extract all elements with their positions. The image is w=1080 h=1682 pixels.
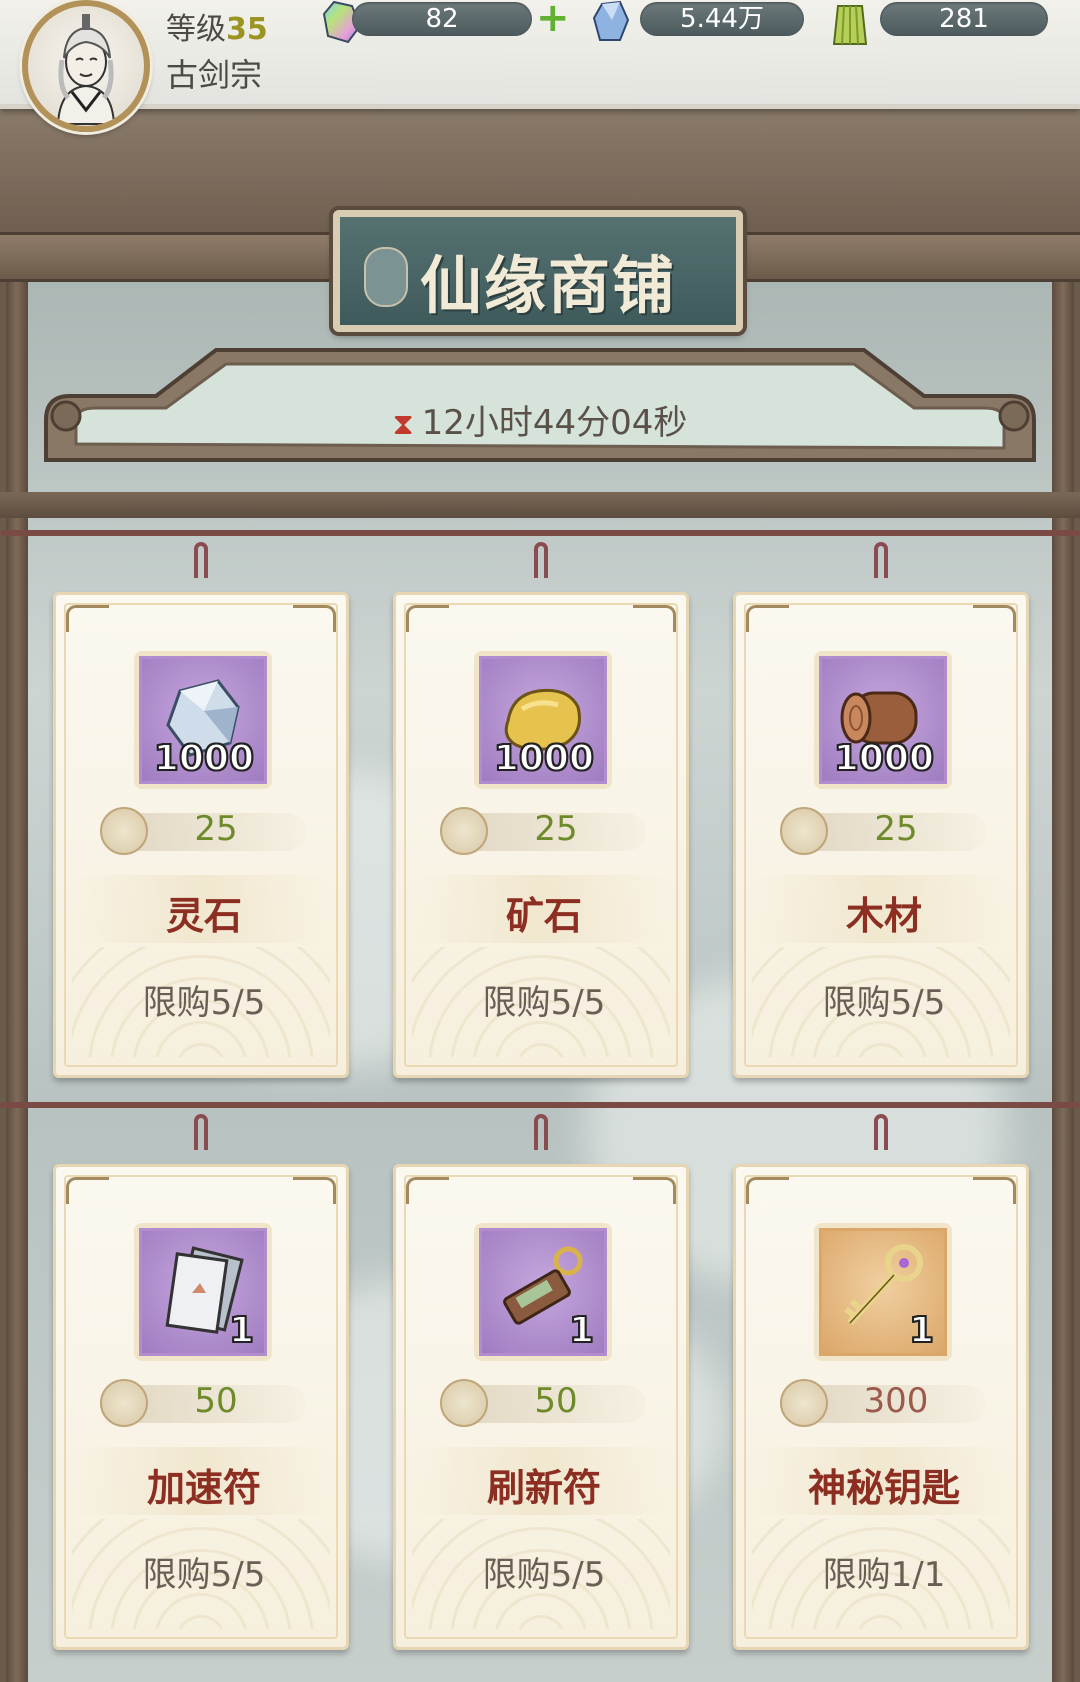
item-price: 25	[534, 809, 578, 849]
wood-icon: 1000	[819, 656, 947, 784]
hook	[874, 542, 888, 578]
sect-name: 古剑宗	[166, 56, 263, 94]
item-price: 25	[874, 809, 918, 849]
item-name: 刷新符	[486, 1466, 601, 1510]
level-value: 35	[226, 12, 268, 47]
mystery-key-icon: 1	[819, 1228, 947, 1356]
shop-item-card[interactable]: 1000 25 灵石 限购5/5	[53, 592, 349, 1078]
purchase-limit: 限购5/5	[142, 983, 266, 1023]
timer-text: 12小时44分04秒	[421, 403, 688, 443]
item-price: 50	[194, 1381, 238, 1421]
add-crystal-button[interactable]: +	[536, 0, 570, 38]
hook	[194, 1114, 208, 1150]
item-name: 矿石	[505, 894, 582, 938]
item-quantity: 1000	[493, 737, 595, 780]
item-quantity: 1	[228, 1309, 255, 1352]
refresh-talisman-icon: 1	[479, 1228, 607, 1356]
item-price: 25	[194, 809, 238, 849]
hourglass-icon: ⧗	[392, 407, 414, 442]
hook	[534, 542, 548, 578]
refresh-timer: ⧗ 12小时44分04秒	[0, 395, 1080, 444]
purchase-limit: 限购5/5	[482, 1555, 606, 1595]
hook	[534, 1114, 548, 1150]
spirit-stone-counter: 5.44万	[640, 2, 804, 36]
hook	[874, 1114, 888, 1150]
item-quantity: 1000	[833, 737, 935, 780]
shop-title-plaque: 仙缘商铺	[333, 210, 743, 332]
item-quantity: 1000	[153, 737, 255, 780]
shop-item-card[interactable]: 1 50 加速符 限购5/5	[53, 1164, 349, 1650]
shop-item-card[interactable]: 1 50 刷新符 限购5/5	[393, 1164, 689, 1650]
purchase-limit: 限购1/1	[822, 1555, 946, 1595]
purchase-limit: 限购5/5	[482, 983, 606, 1023]
crystal-counter: 82	[352, 2, 532, 36]
top-status-bar: 等级35 古剑宗 82 + 5.44万 281	[0, 0, 1080, 132]
ore-icon: 1000	[479, 656, 607, 784]
jade-coin-icon	[828, 0, 872, 52]
level-label: 等级	[166, 12, 226, 47]
shop-title: 仙缘商铺	[420, 249, 677, 322]
item-quantity: 1	[568, 1309, 595, 1352]
item-name: 神秘钥匙	[807, 1466, 960, 1510]
hanging-rope-bottom	[0, 1102, 1080, 1108]
item-name: 木材	[845, 894, 922, 938]
avatar-portrait-icon	[56, 14, 116, 125]
shop-item-card[interactable]: 1 300 神秘钥匙 限购1/1	[733, 1164, 1029, 1650]
item-price: 300	[863, 1381, 929, 1421]
spirit-stone-icon	[592, 0, 630, 48]
jade-coin-counter: 281	[880, 2, 1048, 36]
shop-item-card[interactable]: 1000 25 木材 限购5/5	[733, 592, 1029, 1078]
item-price: 50	[534, 1381, 578, 1421]
speed-talisman-icon: 1	[139, 1228, 267, 1356]
seal-icon	[364, 247, 408, 307]
hanging-rope-top	[0, 530, 1080, 536]
purchase-limit: 限购5/5	[822, 983, 946, 1023]
item-name: 加速符	[146, 1466, 261, 1510]
right-pillar	[1052, 270, 1074, 1682]
lower-beam	[0, 492, 1080, 518]
purchase-limit: 限购5/5	[142, 1555, 266, 1595]
spirit-stone-icon: 1000	[139, 656, 267, 784]
item-quantity: 1	[908, 1309, 935, 1352]
hook	[194, 542, 208, 578]
player-level: 等级35	[166, 4, 268, 48]
left-pillar	[6, 270, 28, 1682]
item-name: 灵石	[165, 894, 242, 938]
shop-item-card[interactable]: 1000 25 矿石 限购5/5	[393, 592, 689, 1078]
player-avatar[interactable]	[22, 0, 150, 132]
